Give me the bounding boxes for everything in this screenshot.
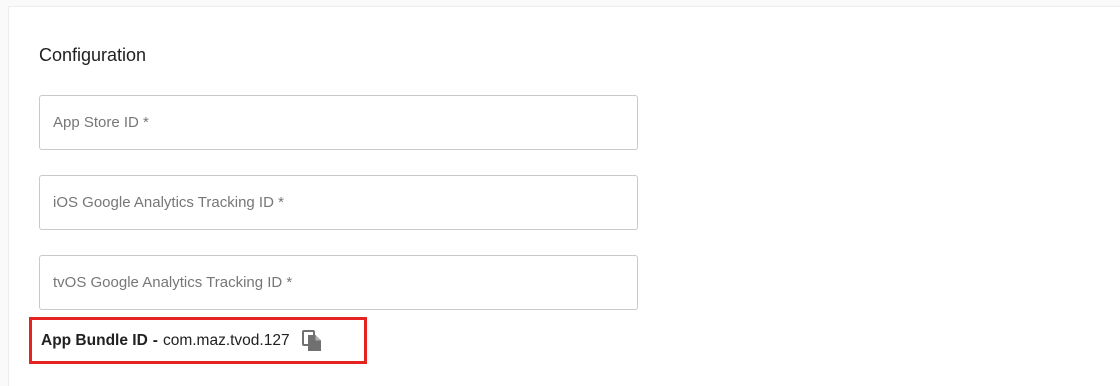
app-store-id-input[interactable] xyxy=(40,96,637,149)
app-bundle-id-label: App Bundle ID xyxy=(41,331,148,349)
app-bundle-id-separator: - xyxy=(152,331,158,349)
section-title: Configuration xyxy=(39,45,147,65)
copy-icon[interactable] xyxy=(300,328,324,354)
tvos-ga-tracking-id-field[interactable] xyxy=(39,255,638,310)
app-store-id-field[interactable] xyxy=(39,95,638,150)
app-bundle-id-value: com.maz.tvod.127 xyxy=(162,331,290,349)
configuration-card: Configuration App Bundle ID - com.maz.tv… xyxy=(8,6,1120,386)
ios-ga-tracking-id-field[interactable] xyxy=(39,175,638,230)
tvos-ga-tracking-id-input[interactable] xyxy=(40,256,637,309)
app-bundle-id-row: App Bundle ID - com.maz.tvod.127 xyxy=(29,317,367,364)
ios-ga-tracking-id-input[interactable] xyxy=(40,176,637,229)
